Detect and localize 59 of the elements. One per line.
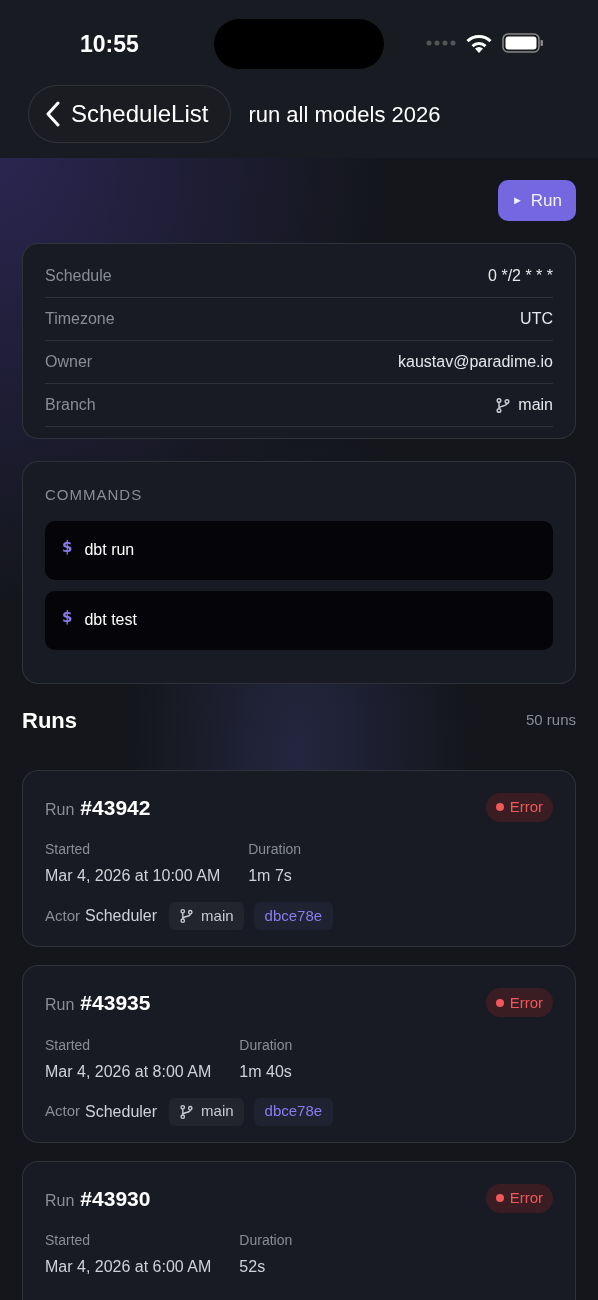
run-number: #43942 xyxy=(80,794,151,821)
command-text: dbt test xyxy=(84,610,137,630)
run-count: 50 runs xyxy=(525,709,576,730)
status-badge: Error xyxy=(485,792,553,822)
clock: 10:55 xyxy=(80,29,139,59)
run-label: Run xyxy=(45,799,75,820)
run-card[interactable]: Run #43935 Error Started Mar 4, 2026 at 8:00 AM Duration 1m 40s Actor Scheduler main dbce78e xyxy=(22,965,576,1143)
detail-value: UTC xyxy=(520,309,553,329)
field-label: Started xyxy=(45,1231,92,1250)
run-button[interactable]: ► Run xyxy=(497,180,576,221)
run-card[interactable]: Run #43942 Error Started Mar 4, 2026 at 10:00 AM Duration 1m 7s Actor Scheduler main dbce78e xyxy=(22,769,576,947)
branch-icon xyxy=(179,908,195,924)
actor-name: Scheduler xyxy=(85,906,158,926)
field-label: Started xyxy=(45,1035,92,1055)
run-number: #43930 xyxy=(80,1185,151,1212)
field-value: Mar 4, 2026 at 10:00 AM xyxy=(45,866,221,886)
detail-value: kaustav@paradime.io xyxy=(398,352,553,372)
detail-value: main xyxy=(518,395,553,415)
status-badge: Error xyxy=(485,1183,553,1213)
signal-icon xyxy=(426,40,456,46)
chevron-left-icon xyxy=(45,101,61,127)
branch-icon xyxy=(179,1103,195,1120)
prompt-symbol: $ xyxy=(62,536,73,558)
field-value: 1m 7s xyxy=(248,866,293,886)
field-label: Duration xyxy=(248,840,302,859)
battery-icon xyxy=(502,33,544,53)
field-value: Mar 4, 2026 at 6:00 AM xyxy=(45,1257,212,1277)
field-value: Mar 4, 2026 at 8:00 AM xyxy=(45,1061,212,1082)
commit-chip[interactable]: dbce78e xyxy=(253,1097,334,1126)
actor-name: Scheduler xyxy=(85,1101,158,1122)
back-button[interactable]: ScheduleList xyxy=(28,85,232,143)
run-number: #43935 xyxy=(80,990,151,1016)
run-label: Run xyxy=(45,995,75,1015)
field-label: Duration xyxy=(239,1035,293,1055)
detail-label: Branch xyxy=(45,395,96,415)
section-title: Runs xyxy=(22,706,77,735)
field-label: Started xyxy=(45,840,92,859)
branch-icon xyxy=(495,396,512,414)
actor-label: Actor xyxy=(45,905,80,926)
section-heading: COMMANDS xyxy=(45,485,144,505)
branch-chip: main xyxy=(169,1097,244,1126)
field-label: Duration xyxy=(239,1231,293,1250)
prompt-symbol: $ xyxy=(62,606,73,628)
branch-chip: main xyxy=(169,902,244,930)
wifi-icon xyxy=(466,33,492,53)
actor-label: Actor xyxy=(45,1101,80,1122)
run-label: Run xyxy=(45,1190,75,1211)
status-badge: Error xyxy=(485,988,553,1018)
play-icon: ► xyxy=(511,192,523,209)
commit-chip[interactable]: dbce78e xyxy=(253,902,334,930)
detail-label: Owner xyxy=(45,352,93,372)
detail-label: Schedule xyxy=(45,266,112,286)
detail-label: Timezone xyxy=(45,309,115,329)
detail-value: 0 */2 * * * xyxy=(488,266,553,286)
run-card[interactable]: Run #43930 Error Started Mar 4, 2026 at 6:00 AM Duration 52s xyxy=(22,1160,576,1300)
command-text: dbt run xyxy=(84,540,135,560)
field-value: 1m 40s xyxy=(239,1061,293,1082)
field-value: 52s xyxy=(239,1257,267,1277)
page-title: run all models 2026 xyxy=(248,100,441,129)
